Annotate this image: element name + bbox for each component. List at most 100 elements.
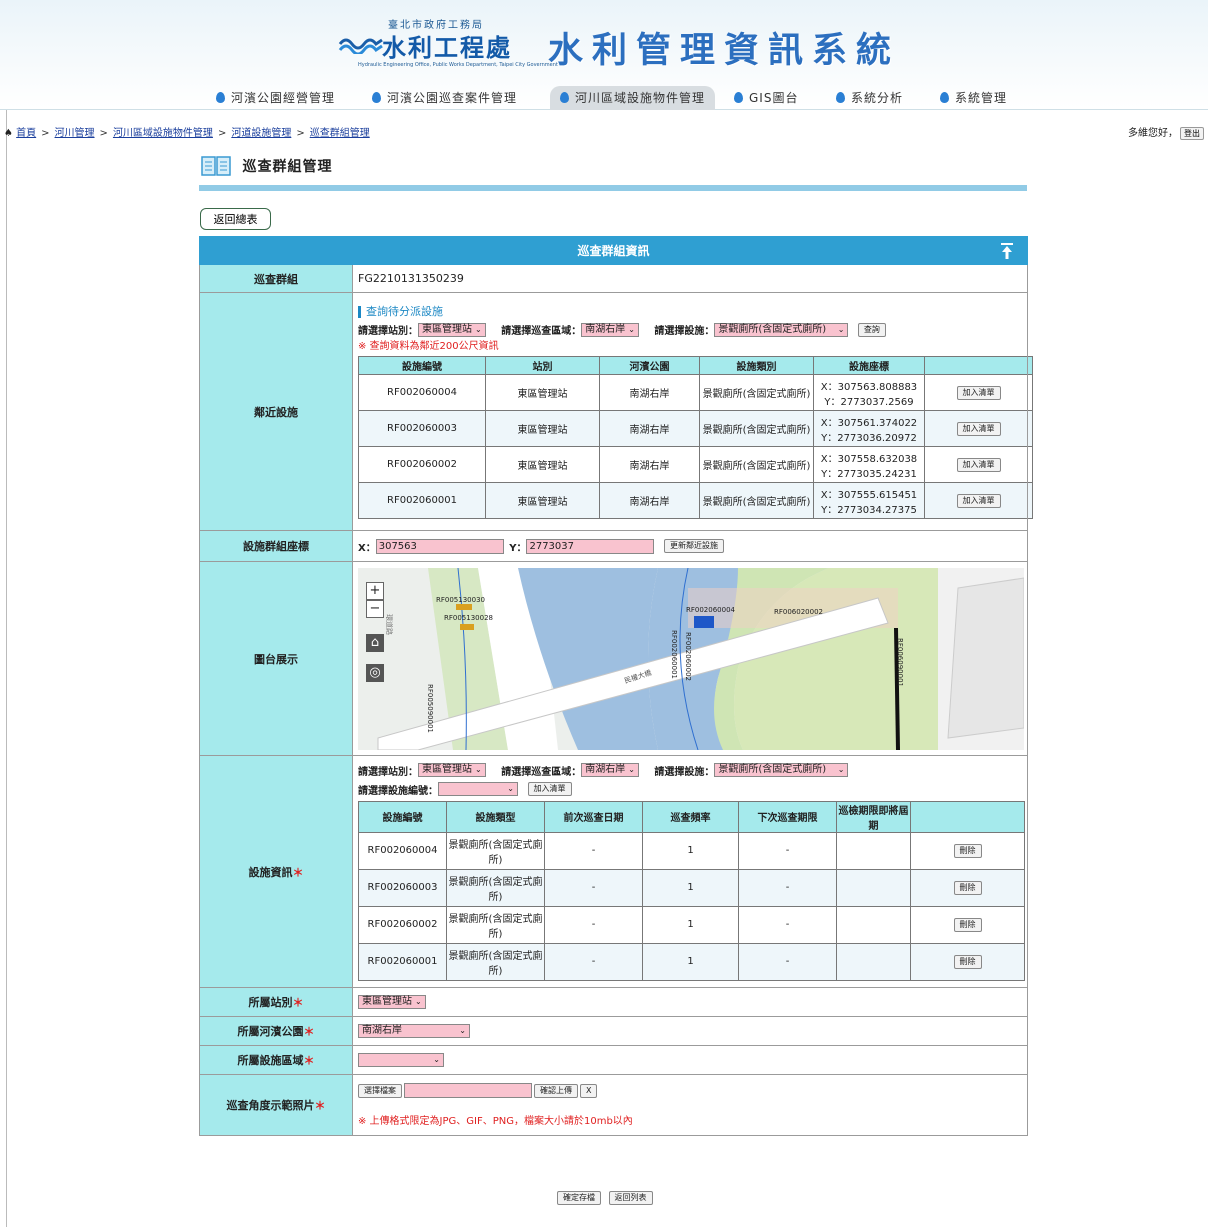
group-form: 巡查群組資訊 巡查群組 FG2210131350239 鄰近設施 查詢待分派設施… [198, 236, 1033, 1136]
home-icon: ♠ [4, 128, 13, 139]
main-nav: 河濱公園經營管理 河濱公園巡查案件管理 河川區域設施物件管理 GIS圖台 系統分… [200, 86, 1040, 110]
locate-icon[interactable]: ◎ [366, 663, 384, 682]
facility-marker[interactable] [694, 615, 714, 628]
query-station-select[interactable]: 東區管理站 ⌄ [418, 322, 486, 337]
map-label-rf002060004: RF002060004 [686, 605, 735, 614]
group-value: FG2210131350239 [351, 264, 1029, 293]
table-row: RF002060002 景觀廁所(含固定式廁所) -1- 刪除 [358, 905, 1025, 944]
nav-river-facility[interactable]: 河川區域設施物件管理 [550, 86, 716, 110]
info-id-select[interactable]: ⌄ [438, 782, 518, 796]
nearby-table: 設施編號 站別 河濱公園 設施類別 設施座標 RF002060004 東區管理站 南湖右岸景… [358, 356, 1033, 519]
choose-file-button[interactable]: 選擇檔案 [358, 1083, 402, 1098]
logout-button[interactable]: 登出 [1180, 127, 1204, 140]
home-extent-icon[interactable]: ⌂ [366, 633, 384, 652]
water-drop-icon [216, 92, 225, 103]
scroll-top-icon[interactable] [1001, 243, 1014, 259]
agency-name-english: Hydraulic Engineering Office, Public Wor… [358, 62, 558, 68]
table-row: RF002060004 景觀廁所(含固定式廁所) -1- 刪除 [358, 831, 1025, 870]
map-cell: + − ⌂ ◎ RF005130030 RF005130028 RF002060… [351, 561, 1029, 756]
station-cell: 東區管理站 ⌄ [351, 987, 1029, 1017]
delete-button[interactable]: 刪除 [953, 954, 982, 969]
photo-label-cell: 巡查角度示範照片＊ [199, 1074, 353, 1136]
add-to-list-button[interactable]: 加入清單 [956, 385, 1001, 400]
gis-map[interactable]: + − ⌂ ◎ RF005130030 RF005130028 RF002060… [358, 567, 1024, 750]
query-area-select[interactable]: 南湖右岸 ⌄ [581, 322, 639, 337]
add-to-list-button[interactable]: 加入清單 [956, 493, 1001, 508]
map-label-rf002060002: RF002060002 [684, 631, 692, 681]
park-select[interactable]: 南湖右岸 ⌄ [358, 1024, 470, 1038]
form-footer: 確定存檔 返回列表 [555, 1191, 655, 1205]
back-to-list-button[interactable]: 返回總表 [200, 208, 271, 230]
coord-x-input[interactable]: 307563 [375, 538, 504, 554]
info-station-select[interactable]: 東區管理站 ⌄ [418, 763, 486, 777]
nav-gis[interactable]: GIS圖台 [734, 86, 798, 110]
info-table: 設施編號 設施類型 前次巡查日期 巡查頻率 下次巡查期限 巡檢期限即將屆期 RF00206… [358, 800, 1025, 981]
table-row: RF002060001 景觀廁所(含固定式廁所) -1- 刪除 [358, 942, 1025, 981]
map-label-rf005090001: RF005090001 [426, 683, 434, 733]
add-to-list-button[interactable]: 加入清單 [956, 421, 1001, 436]
return-list-button[interactable]: 返回列表 [608, 1191, 653, 1205]
station-label-cell: 所屬站別＊ [199, 987, 353, 1017]
map-label-rf002060001: RF002060001 [670, 629, 678, 679]
nav-system[interactable]: 系統管理 [940, 86, 1007, 110]
water-drop-icon [940, 92, 949, 103]
crumb-facility[interactable]: 河川區域設施物件管理 [113, 128, 213, 139]
zoom-out-button[interactable]: − [366, 599, 384, 618]
file-name-field[interactable] [404, 1083, 532, 1098]
crumb-river[interactable]: 河川管理 [55, 128, 95, 139]
crumb-current[interactable]: 巡查群組管理 [310, 128, 370, 139]
facility-marker[interactable] [456, 603, 472, 610]
upload-note: ※ 上傳格式限定為JPG、GIF、PNG，檔案大小請於10mb以內 [358, 1116, 633, 1127]
query-facility-select[interactable]: 景觀廁所(含固定式廁所) ⌄ [714, 322, 849, 337]
user-area: 多維您好， 登出 [1128, 124, 1204, 140]
agency-logo: 臺北市政府工務局 水利工程處 Hydraulic Engineering Off… [338, 14, 558, 68]
station-select[interactable]: 東區管理站 ⌄ [358, 995, 426, 1009]
coord-label: 設施群組座標 [199, 530, 353, 562]
nav-analysis[interactable]: 系統分析 [836, 86, 903, 110]
crumb-channel[interactable]: 河道設施管理 [231, 128, 291, 139]
park-label-cell: 所屬河濱公園＊ [199, 1016, 353, 1046]
info-area-select[interactable]: 南湖右岸 ⌄ [581, 763, 639, 777]
delete-button[interactable]: 刪除 [953, 880, 982, 895]
map-label: 圖台展示 [199, 561, 353, 756]
page-title: 巡查群組管理 [242, 159, 333, 175]
facility-marker[interactable] [460, 623, 474, 630]
page-heading: 巡查群組管理 [201, 155, 333, 179]
map-label-rf006020002: RF006020002 [774, 607, 823, 616]
nav-park-inspection[interactable]: 河濱公園巡查案件管理 [372, 86, 517, 110]
agency-name: 水利工程處 [382, 33, 512, 62]
map-label-rf006090001: RF006090001 [896, 637, 904, 687]
area-select[interactable]: ⌄ [358, 1053, 444, 1067]
map-label-rf005130030: RF005130030 [436, 595, 485, 604]
area-cell: ⌄ [351, 1045, 1029, 1075]
zoom-in-button[interactable]: + [366, 581, 384, 600]
group-label: 巡查群組 [199, 264, 353, 293]
breadcrumb: ♠ 首頁 > 河川管理 > 河川區域設施物件管理 > 河道設施管理 > 巡查群組管理 [4, 128, 370, 139]
update-nearby-button[interactable]: 更新鄰近設施 [663, 539, 724, 553]
query-note: ※ 查詢資料為鄰近200公尺資訊 [358, 341, 499, 352]
panel-caption: 巡查群組資訊 [198, 236, 1029, 265]
map-label-road: 環道路 [385, 613, 393, 635]
required-mark: ＊ [303, 1025, 315, 1038]
crumb-home[interactable]: 首頁 [16, 128, 36, 139]
water-drop-icon [372, 92, 381, 103]
clear-file-button[interactable]: X [580, 1083, 598, 1098]
map-label-rf005130028: RF005130028 [444, 613, 493, 622]
delete-button[interactable]: 刪除 [953, 917, 982, 932]
left-border [6, 110, 7, 1227]
wave-logo-icon [338, 38, 383, 54]
info-facility-select[interactable]: 景觀廁所(含固定式廁所) ⌄ [714, 763, 849, 777]
query-button[interactable]: 查詢 [857, 322, 886, 337]
coord-y-input[interactable]: 2773037 [526, 538, 655, 554]
area-label-cell: 所屬設施區域＊ [199, 1045, 353, 1075]
nav-park-operation[interactable]: 河濱公園經營管理 [216, 86, 335, 110]
nearby-cell: 查詢待分派設施 請選擇站別： 東區管理站 ⌄ 請選擇巡查區域： 南湖右岸 ⌄ 請選擇設施… [351, 292, 1033, 531]
upload-button[interactable]: 確認上傳 [534, 1083, 578, 1098]
info-add-button[interactable]: 加入清單 [527, 782, 572, 796]
save-button[interactable]: 確定存檔 [557, 1191, 601, 1205]
site-header: 臺北市政府工務局 水利工程處 Hydraulic Engineering Off… [0, 0, 1208, 110]
add-to-list-button[interactable]: 加入清單 [956, 457, 1001, 472]
delete-button[interactable]: 刪除 [953, 843, 982, 858]
water-drop-icon [836, 92, 845, 103]
table-row: RF002060003 東區管理站 南湖右岸 景觀廁所(含固定式廁所) X：307561… [358, 410, 1033, 447]
